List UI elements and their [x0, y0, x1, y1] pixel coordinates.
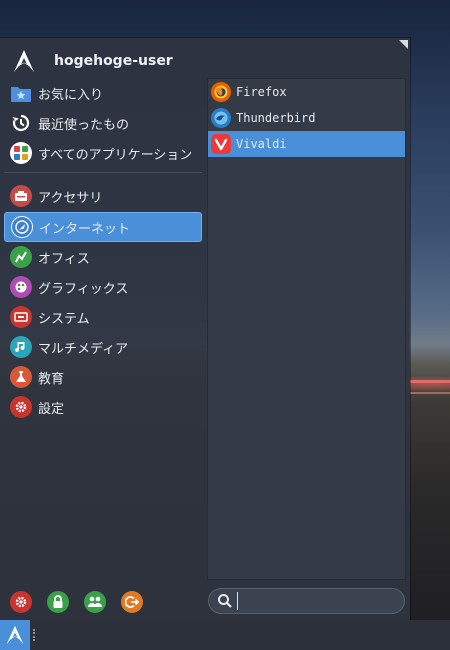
category-label: インターネット [39, 221, 131, 237]
app-label: Thunderbird [236, 111, 316, 125]
menu-resize-corner[interactable] [399, 40, 408, 49]
accessories-icon [10, 185, 32, 207]
app-item-vivaldi[interactable]: Vivaldi [208, 131, 405, 157]
category-label: オフィス [38, 251, 90, 267]
logout-action-icon[interactable] [121, 591, 143, 613]
settings-icon [10, 396, 32, 418]
app-label: Vivaldi [236, 137, 287, 151]
category-all-applications[interactable]: すべてのアプリケーション [4, 138, 202, 168]
folder-star-icon [10, 82, 32, 104]
internet-icon [11, 216, 33, 238]
category-label: グラフィックス [38, 281, 129, 297]
category-label: マルチメディア [38, 341, 129, 357]
lock-action-icon[interactable] [47, 591, 69, 613]
category-education[interactable]: 教育 [4, 362, 202, 392]
category-label: 教育 [38, 371, 65, 387]
category-multimedia[interactable]: マルチメディア [4, 332, 202, 362]
wallpaper-light-streak [410, 392, 450, 394]
session-actions [10, 591, 143, 613]
menu-header: hogehoge-user [12, 44, 173, 78]
search-icon [218, 594, 232, 608]
category-label: お気に入り [38, 87, 104, 103]
app-item-thunderbird[interactable]: Thunderbird [208, 105, 405, 131]
search-input[interactable] [237, 592, 392, 610]
settings-action-icon[interactable] [10, 591, 32, 613]
search-box[interactable] [208, 588, 405, 614]
category-recent[interactable]: 最近使ったもの [4, 108, 202, 138]
category-system[interactable]: システム [4, 302, 202, 332]
firefox-icon [211, 82, 231, 102]
category-office[interactable]: オフィス [4, 242, 202, 272]
office-icon [10, 246, 32, 268]
app-item-firefox[interactable]: Firefox [208, 79, 405, 105]
wallpaper-light-streak [410, 380, 450, 383]
category-label: システム [38, 311, 90, 327]
graphics-icon [10, 276, 32, 298]
arch-logo-icon [14, 50, 34, 72]
category-favorites[interactable]: お気に入り [4, 78, 202, 108]
multimedia-icon [10, 336, 32, 358]
category-internet[interactable]: インターネット [4, 212, 202, 242]
application-menu: hogehoge-user お気に入り 最近使ったもの すべてのアプリケーション [0, 38, 410, 620]
category-separator [4, 172, 202, 173]
category-list: お気に入り 最近使ったもの すべてのアプリケーション アクセサリ インターネット… [4, 78, 202, 422]
all-apps-icon [10, 142, 32, 164]
start-menu-button[interactable] [0, 620, 30, 650]
panel-drag-handle[interactable] [33, 629, 38, 641]
app-label: Firefox [236, 85, 287, 99]
thunderbird-icon [211, 108, 231, 128]
category-label: すべてのアプリケーション [38, 147, 193, 163]
category-label: アクセサリ [38, 190, 103, 206]
category-settings[interactable]: 設定 [4, 392, 202, 422]
arch-logo-icon [6, 625, 24, 645]
system-icon [10, 306, 32, 328]
category-label: 設定 [38, 401, 65, 417]
username-label: hogehoge-user [54, 53, 173, 69]
switch-user-action-icon[interactable] [84, 591, 106, 613]
category-accessories[interactable]: アクセサリ [4, 181, 202, 211]
application-list: Firefox Thunderbird Vivaldi [207, 78, 406, 580]
education-icon [10, 366, 32, 388]
vivaldi-icon [211, 134, 231, 154]
taskbar [0, 620, 450, 650]
category-label: 最近使ったもの [38, 117, 130, 133]
category-graphics[interactable]: グラフィックス [4, 272, 202, 302]
history-icon [10, 112, 32, 134]
